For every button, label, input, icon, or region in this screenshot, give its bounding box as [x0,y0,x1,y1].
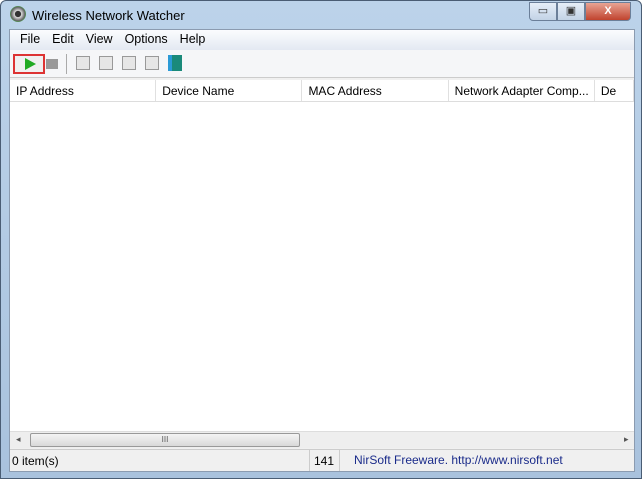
menu-bar: File Edit View Options Help [10,30,634,50]
app-window: Wireless Network Watcher ▭ ▣ X File Edit… [0,0,642,479]
scroll-thumb[interactable]: III [30,433,300,447]
column-adapter-company[interactable]: Network Adapter Comp... [449,80,595,101]
minimize-button[interactable]: ▭ [529,2,557,21]
client-area: File Edit View Options Help IP Address D… [9,29,635,472]
stop-scan-button[interactable] [46,59,58,69]
column-device-name[interactable]: Device Name [156,80,303,101]
toolbar [10,50,634,78]
item-count: 0 item(s) [10,450,310,471]
save-icon[interactable] [76,56,90,70]
properties-icon[interactable] [122,56,136,70]
scroll-left-icon[interactable]: ◂ [16,434,21,445]
status-count: 141 [310,450,340,471]
list-header: IP Address Device Name MAC Address Netwo… [10,80,634,102]
toolbar-separator [66,54,67,74]
status-bar: 0 item(s) 141 NirSoft Freeware. http://w… [10,449,634,471]
app-eye-icon [10,6,26,22]
column-mac-address[interactable]: MAC Address [302,80,449,101]
column-ip-address[interactable]: IP Address [10,80,157,101]
find-icon[interactable] [145,56,159,70]
title-bar: Wireless Network Watcher ▭ ▣ X [1,1,641,29]
start-scan-button[interactable] [13,54,45,74]
exit-icon[interactable] [168,55,182,71]
menu-help[interactable]: Help [174,30,212,50]
copy-icon[interactable] [99,56,113,70]
horizontal-scrollbar[interactable]: ◂ III ▸ [10,431,634,448]
menu-edit[interactable]: Edit [46,30,80,50]
menu-file[interactable]: File [14,30,46,50]
nirsoft-link[interactable]: NirSoft Freeware. http://www.nirsoft.net [340,450,563,471]
close-button[interactable]: X [585,2,631,21]
menu-view[interactable]: View [80,30,119,50]
menu-options[interactable]: Options [119,30,174,50]
device-list[interactable] [10,102,634,431]
window-title: Wireless Network Watcher [32,8,185,23]
column-device-info[interactable]: De [595,80,634,101]
scroll-right-icon[interactable]: ▸ [624,434,629,445]
maximize-button[interactable]: ▣ [557,2,585,21]
